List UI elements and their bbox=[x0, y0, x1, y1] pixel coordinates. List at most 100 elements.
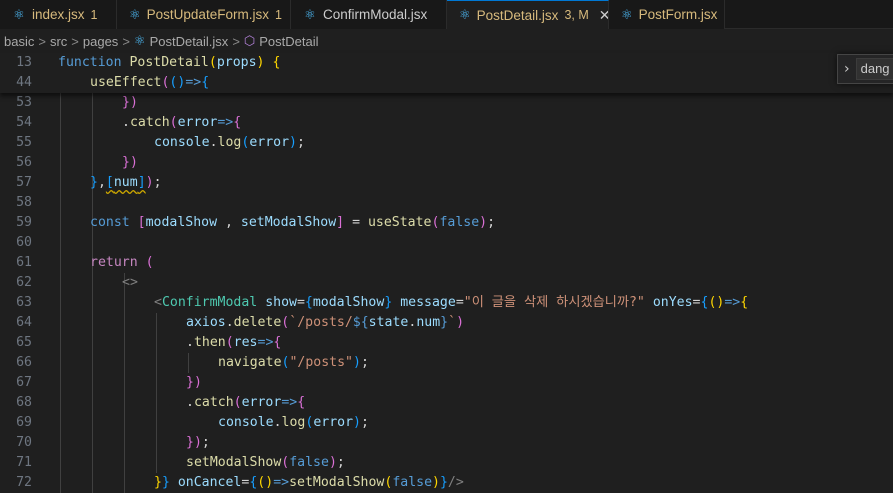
code-token: { bbox=[233, 115, 242, 130]
code-token: ; bbox=[336, 455, 345, 470]
code-line[interactable]: 71 setModalShow(false); bbox=[0, 453, 893, 473]
code-token: delete bbox=[233, 315, 282, 330]
code-token: { bbox=[201, 75, 210, 90]
problem-count-badge: 1 bbox=[90, 7, 98, 22]
code-token: return bbox=[90, 255, 146, 270]
line-number: 60 bbox=[16, 235, 32, 250]
tab-postdetail-jsx[interactable]: ⚛ PostDetail.jsx 3, M ✕ bbox=[447, 0, 609, 29]
code-token: catch bbox=[129, 115, 170, 130]
code-token: function bbox=[58, 55, 130, 70]
breadcrumb-item[interactable]: PostDetail.jsx bbox=[150, 34, 229, 49]
code-line[interactable]: 60 bbox=[0, 233, 893, 253]
code-line[interactable]: 72}} onCancel={()=>setModalShow(false)}/… bbox=[0, 473, 893, 493]
code-token: ` bbox=[448, 315, 457, 330]
code-line[interactable]: 67}) bbox=[0, 373, 893, 393]
code-token: error bbox=[241, 395, 282, 410]
code-line[interactable]: 13 function PostDetail(props) { bbox=[0, 53, 893, 73]
code-token: () bbox=[257, 475, 274, 490]
code-token: console bbox=[154, 135, 210, 150]
code-line[interactable]: 59 const [modalShow , setModalShow] = use… bbox=[0, 213, 893, 233]
code-token: setModalShow bbox=[289, 475, 385, 490]
code-token: { bbox=[273, 335, 282, 350]
find-input[interactable]: dang bbox=[855, 58, 893, 80]
problem-count-badge: 3, M bbox=[564, 8, 589, 22]
code-token: ) bbox=[289, 135, 297, 150]
code-token: show bbox=[265, 295, 297, 310]
tab-postform-jsx[interactable]: ⚛ PostForm.jsx 1 bbox=[609, 0, 725, 29]
code-token: false bbox=[289, 455, 329, 470]
code-text: <ConfirmModal show={modalShow} message="… bbox=[154, 293, 748, 313]
code-text: <> bbox=[122, 273, 138, 293]
code-line[interactable]: 56}) bbox=[0, 153, 893, 173]
code-token: ] bbox=[336, 215, 345, 230]
code-line[interactable]: 55 console.log(error); bbox=[0, 133, 893, 153]
line-number: 59 bbox=[16, 215, 32, 230]
line-number: 61 bbox=[16, 255, 32, 270]
code-text: axios.delete(`/posts/${state.num}`) bbox=[186, 313, 464, 333]
code-text: }) bbox=[122, 93, 138, 113]
code-line[interactable]: 57},[num]); bbox=[0, 173, 893, 193]
breadcrumb-item[interactable]: basic bbox=[4, 34, 34, 49]
code-token: const bbox=[90, 215, 138, 230]
code-line[interactable]: 58 bbox=[0, 193, 893, 213]
tab-index-jsx[interactable]: ⚛ index.jsx 1 bbox=[0, 0, 117, 29]
sticky-scroll-header[interactable]: 13 function PostDetail(props) {44 useEffec… bbox=[0, 53, 893, 93]
code-line[interactable]: 63 <ConfirmModal show={modalShow} message… bbox=[0, 293, 893, 313]
code-token: false bbox=[392, 475, 433, 490]
react-icon: ⚛ bbox=[13, 6, 25, 22]
line-number: 55 bbox=[16, 135, 32, 150]
line-number: 57 bbox=[16, 175, 32, 190]
code-token: false bbox=[439, 215, 480, 230]
code-line[interactable]: 64 axios.delete(`/posts/${state.num}`) bbox=[0, 313, 893, 333]
code-line[interactable]: 66 navigate("/posts"); bbox=[0, 353, 893, 373]
code-line[interactable]: 53}) bbox=[0, 93, 893, 113]
code-token: }) bbox=[122, 155, 138, 170]
line-number: 54 bbox=[16, 115, 32, 130]
find-widget: › dang bbox=[837, 54, 893, 84]
code-token: () bbox=[708, 295, 725, 310]
code-text: }} onCancel={()=>setModalShow(false)}/> bbox=[154, 473, 464, 493]
code-token: message bbox=[400, 295, 456, 310]
code-line[interactable]: 61 return ( bbox=[0, 253, 893, 273]
code-token: `/posts/ bbox=[289, 315, 353, 330]
chevron-right-icon[interactable]: › bbox=[844, 61, 850, 77]
breadcrumb-separator: > bbox=[71, 33, 79, 49]
code-token: => bbox=[217, 115, 234, 130]
code-line[interactable]: 70}); bbox=[0, 433, 893, 453]
tab-label: index.jsx bbox=[32, 7, 85, 22]
code-editor[interactable]: 53}) 54 .catch(error=>{55 console.log(error… bbox=[0, 53, 893, 493]
breadcrumb-item[interactable]: pages bbox=[83, 34, 118, 49]
tab-label: ConfirmModal.jsx bbox=[323, 7, 428, 22]
tab-confirmmodal-jsx[interactable]: ⚛ ConfirmModal.jsx bbox=[291, 0, 447, 29]
code-line[interactable]: 69 console.log(error); bbox=[0, 413, 893, 433]
breadcrumb-item[interactable]: PostDetail bbox=[259, 34, 318, 49]
code-line[interactable]: 68 .catch(error=>{ bbox=[0, 393, 893, 413]
symbol-class-icon: ⬡ bbox=[243, 33, 256, 48]
code-line[interactable]: 62 <> bbox=[0, 273, 893, 293]
code-token: { bbox=[740, 295, 749, 310]
react-icon: ⚛ bbox=[133, 33, 146, 48]
close-icon[interactable]: ✕ bbox=[599, 7, 608, 24]
code-token: , bbox=[97, 175, 106, 190]
code-token: modalShow bbox=[145, 215, 218, 230]
code-token: . bbox=[209, 135, 218, 150]
code-line[interactable]: 44 useEffect(()=>{ bbox=[0, 73, 893, 93]
code-token: error bbox=[177, 115, 218, 130]
code-token: ; bbox=[360, 355, 369, 370]
breadcrumb: basic > src > pages > ⚛ PostDetail.jsx > ⬡ PostDet… bbox=[0, 29, 893, 53]
code-line[interactable]: 54 .catch(error=>{ bbox=[0, 113, 893, 133]
code-token: num bbox=[113, 175, 138, 190]
code-token: = bbox=[344, 215, 368, 230]
tab-postupdateform-jsx[interactable]: ⚛ PostUpdateForm.jsx 1 bbox=[117, 0, 291, 29]
tab-label: PostDetail.jsx bbox=[476, 7, 559, 23]
react-icon: ⚛ bbox=[459, 7, 471, 22]
code-token: /> bbox=[447, 475, 464, 490]
code-text: navigate("/posts"); bbox=[218, 353, 369, 373]
breadcrumb-item[interactable]: src bbox=[50, 34, 67, 49]
code-token: onCancel bbox=[177, 475, 242, 490]
code-token: } bbox=[154, 475, 162, 490]
code-line[interactable]: 65 .then(res=>{ bbox=[0, 333, 893, 353]
